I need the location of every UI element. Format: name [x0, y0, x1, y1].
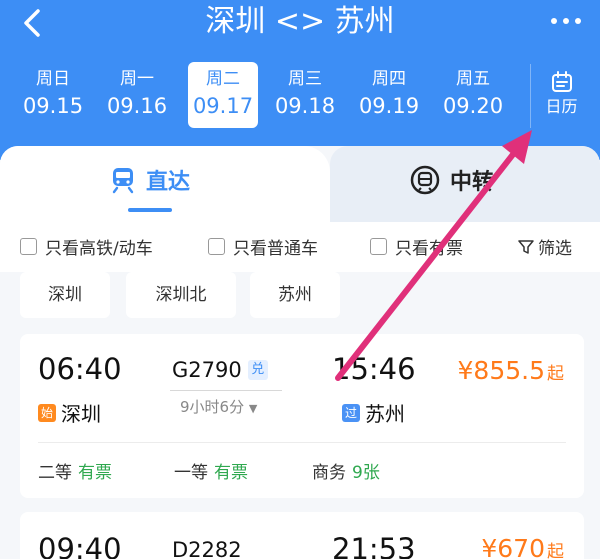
filter-label: 只看有票 — [395, 239, 463, 259]
top-bar: 深圳 <> 苏州 周日 09.15 周一 09.16 周二 09.17 周三 0… — [0, 0, 600, 160]
active-tab-indicator — [128, 208, 172, 212]
arrival-time: 21:53 — [332, 532, 416, 559]
date-selector: 周日 09.15 周一 09.16 周二 09.17 周三 09.18 周四 0… — [14, 62, 524, 132]
date-item[interactable]: 周五 09.20 — [438, 62, 508, 128]
date-weekday: 周四 — [372, 69, 406, 89]
seat-status: 有票 — [78, 463, 112, 483]
checkbox-box — [208, 238, 225, 255]
caret-down-icon: ▼ — [248, 402, 258, 415]
date-day: 09.20 — [442, 94, 504, 118]
train-number: D2282 — [172, 538, 242, 559]
calendar-label: 日历 — [545, 97, 578, 116]
checkbox-box — [20, 238, 37, 255]
filter-funnel-icon — [518, 239, 534, 254]
filter-bar: 只看高铁/动车 只看普通车 只看有票 筛选 — [0, 222, 600, 272]
duration-group: 9小时6分 ▼ — [180, 396, 257, 417]
date-weekday: 周五 — [456, 69, 490, 89]
train-number: G2790 — [172, 358, 242, 382]
date-weekday: 周二 — [206, 69, 240, 89]
arrival-time: 15:46 — [332, 352, 416, 386]
departure-time: 09:40 — [38, 532, 122, 559]
date-weekday: 周一 — [120, 69, 154, 89]
date-day: 09.19 — [358, 94, 420, 118]
screen-label: 筛选 — [538, 239, 572, 259]
station-chip[interactable]: 深圳 — [20, 272, 110, 318]
date-day: 09.16 — [106, 94, 168, 118]
route-title: 深圳 <> 苏州 — [205, 4, 395, 39]
tab-transfer-label: 中转 — [450, 170, 495, 195]
train-card[interactable]: 06:40 G2790 兑 9小时6分 ▼ 15:46 ¥855.5 起 始 深圳… — [20, 334, 584, 498]
price-suffix: 起 — [547, 364, 564, 384]
train-icon — [112, 168, 134, 194]
filter-high-speed-checkbox[interactable]: 只看高铁/动车 — [20, 234, 153, 259]
price-amount: ¥855.5 — [457, 356, 545, 385]
seat-class: 商务 9张 — [312, 458, 380, 483]
screen-button[interactable]: 筛选 — [518, 234, 572, 259]
date-item[interactable]: 周三 09.18 — [270, 62, 340, 128]
filter-label: 只看普通车 — [233, 239, 318, 259]
more-button[interactable] — [546, 4, 586, 40]
filter-has-ticket-checkbox[interactable]: 只看有票 — [370, 234, 463, 259]
price: ¥855.5 起 — [458, 356, 564, 385]
tab-direct-label: 直达 — [146, 170, 191, 195]
calendar-icon — [551, 71, 572, 92]
departure-time: 06:40 — [38, 352, 122, 386]
card-divider — [38, 442, 566, 443]
exchange-badge: 兑 — [247, 360, 268, 380]
train-card[interactable]: 09:40 D2282 21:53 ¥670 起 — [20, 512, 584, 559]
seat-status: 9张 — [352, 463, 380, 483]
date-item[interactable]: 周四 09.19 — [354, 62, 424, 128]
seat-status: 有票 — [214, 463, 248, 483]
departure-station: 始 深圳 — [38, 398, 101, 427]
departure-station-name: 深圳 — [61, 402, 101, 426]
arrival-station-name: 苏州 — [365, 402, 405, 426]
more-dots-icon — [551, 18, 581, 24]
seat-class: 一等 有票 — [174, 458, 248, 483]
duration-text: 9小时6分 — [180, 398, 245, 416]
train-number-group: G2790 兑 — [172, 358, 268, 382]
date-day: 09.15 — [22, 94, 84, 118]
checkbox-box — [370, 238, 387, 255]
tab-transfer[interactable]: 中转 — [330, 146, 600, 222]
date-weekday: 周日 — [36, 69, 70, 89]
arrival-station: 过 苏州 — [342, 398, 405, 427]
tab-direct[interactable]: 直达 — [0, 146, 330, 222]
filter-label: 只看高铁/动车 — [45, 239, 153, 259]
date-day: 09.17 — [192, 94, 254, 118]
origin-tag: 始 — [38, 403, 56, 422]
price-amount: ¥670 — [481, 534, 545, 559]
seat-name: 一等 — [174, 463, 208, 483]
calendar-button[interactable]: 日历 — [530, 64, 592, 128]
station-filter-row: 深圳 深圳北 苏州 — [0, 272, 600, 332]
seat-name: 二等 — [38, 463, 72, 483]
price-suffix: 起 — [547, 542, 564, 559]
date-item-selected[interactable]: 周二 09.17 — [188, 62, 258, 128]
date-item[interactable]: 周一 09.16 — [102, 62, 172, 128]
seat-name: 商务 — [312, 463, 346, 483]
pass-tag: 过 — [342, 403, 360, 422]
station-chip[interactable]: 深圳北 — [126, 272, 236, 318]
transfer-train-icon — [410, 165, 440, 195]
filter-normal-checkbox[interactable]: 只看普通车 — [208, 234, 318, 259]
date-day: 09.18 — [274, 94, 336, 118]
duration-line — [170, 390, 282, 391]
seat-class: 二等 有票 — [38, 458, 112, 483]
date-item[interactable]: 周日 09.15 — [18, 62, 88, 128]
station-chip[interactable]: 苏州 — [250, 272, 340, 318]
price: ¥670 起 — [481, 534, 564, 559]
date-weekday: 周三 — [288, 69, 322, 89]
